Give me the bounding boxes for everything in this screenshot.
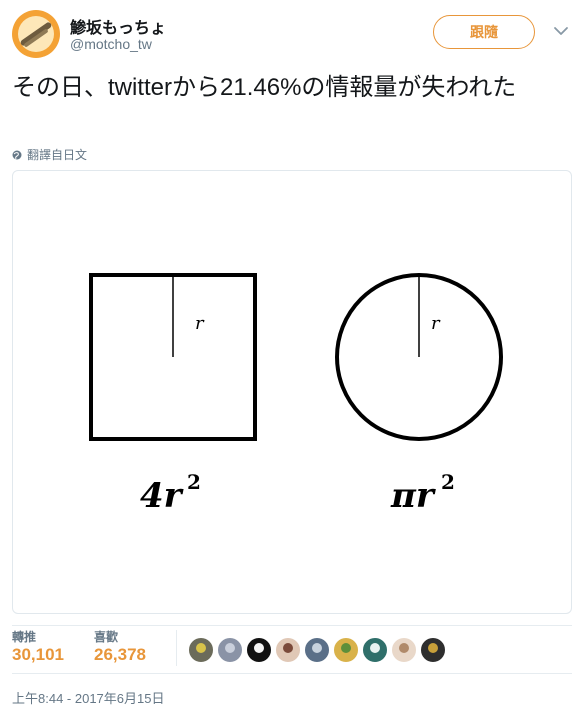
user-handle[interactable]: @motcho_tw	[70, 36, 152, 52]
tweet-image[interactable]: r r 4r 2 πr 2	[12, 170, 572, 614]
liker-avatar-detail	[312, 643, 322, 653]
liker-avatar-detail	[196, 643, 206, 653]
divider	[12, 625, 572, 626]
divider	[176, 630, 177, 666]
liker-avatar[interactable]	[217, 637, 243, 663]
tweet-header: 鯵坂もっちょ @motcho_tw 跟隨	[12, 10, 572, 60]
circle-area-formula: πr	[390, 476, 436, 516]
like-count: 26,378	[94, 645, 146, 664]
globe-icon	[12, 150, 22, 159]
liker-avatar-detail	[225, 643, 235, 653]
like-stat[interactable]: 喜歡 26,378	[94, 630, 146, 666]
liker-avatar-detail	[254, 643, 264, 653]
divider	[12, 673, 572, 674]
like-label: 喜歡	[94, 630, 119, 644]
liker-avatar-detail	[428, 643, 438, 653]
liker-avatar[interactable]	[391, 637, 417, 663]
liker-avatar[interactable]	[275, 637, 301, 663]
display-name[interactable]: 鯵坂もっちょ	[70, 14, 166, 38]
circle-radius-label: r	[431, 313, 441, 334]
square-area-exponent: 2	[187, 470, 201, 494]
tweet-timestamp[interactable]: 上午8:44 - 2017年6月15日	[12, 688, 164, 707]
translate-label: 翻譯自日文	[27, 148, 88, 162]
square-area-formula: 4r	[140, 476, 184, 516]
circle-area-exponent: 2	[441, 470, 455, 494]
liker-avatar-detail	[370, 643, 380, 653]
retweet-count: 30,101	[12, 645, 64, 664]
liker-avatar[interactable]	[420, 637, 446, 663]
liker-avatar[interactable]	[304, 637, 330, 663]
geometry-illustration: r r 4r 2 πr 2	[89, 273, 503, 516]
square-radius-label: r	[195, 313, 205, 334]
retweet-label: 轉推	[12, 630, 37, 644]
liker-avatar[interactable]	[246, 637, 272, 663]
retweet-stat[interactable]: 轉推 30,101	[12, 630, 64, 666]
liker-avatar[interactable]	[188, 637, 214, 663]
liker-avatar-detail	[283, 643, 293, 653]
liker-avatar-detail	[399, 643, 409, 653]
translate-link[interactable]: 翻譯自日文	[12, 146, 87, 163]
liker-avatar[interactable]	[333, 637, 359, 663]
tweet-text: その日、twitterから21.46%の情報量が失われた	[12, 74, 517, 101]
liker-avatar[interactable]	[362, 637, 388, 663]
chevron-down-icon[interactable]	[552, 22, 570, 40]
follow-button[interactable]: 跟隨	[433, 15, 535, 49]
avatar[interactable]	[12, 10, 60, 58]
liker-avatar-detail	[341, 643, 351, 653]
